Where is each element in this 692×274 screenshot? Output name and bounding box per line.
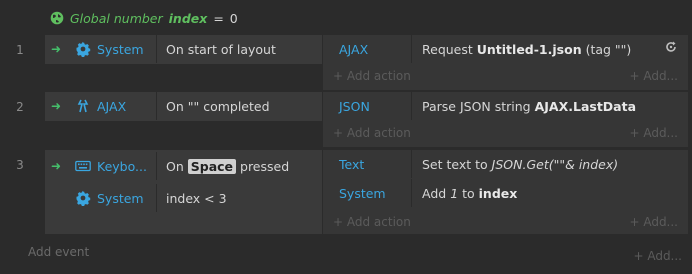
event-actions[interactable]: {:} JSON Parse JSON string AJAX.LastData…: [323, 92, 688, 147]
global-var-prefix: Global number: [70, 10, 163, 26]
condition-object: System: [97, 190, 144, 206]
trigger-arrow-icon: ➜: [51, 99, 62, 113]
add-more-link[interactable]: + Add...: [629, 215, 678, 229]
event-actions[interactable]: AJAX Request Untitled-1.json (tag "") + …: [323, 35, 688, 90]
action-object: Text: [339, 156, 365, 172]
condition-row[interactable]: ➜ System On start of layout: [45, 35, 322, 63]
action-text: Parse JSON string AJAX.LastData: [422, 98, 637, 114]
divider: [156, 152, 157, 180]
divider: [156, 184, 157, 212]
condition-text: On Space pressed: [166, 158, 290, 174]
event-1[interactable]: 1 ➜ System On start of layout AJAX Reque…: [0, 35, 692, 90]
add-action-link[interactable]: + Add action: [333, 69, 411, 83]
event-number: 2: [16, 100, 24, 114]
action-text: Set text to JSON.Get(""& index): [422, 156, 619, 172]
gear-icon: [76, 41, 91, 57]
divider: [411, 150, 412, 178]
add-action-link[interactable]: + Add action: [333, 126, 411, 140]
divider: [411, 179, 412, 207]
event-2[interactable]: 2 ➜ AJAX On "" completed {:} JSON Parse …: [0, 92, 692, 147]
event-conditions[interactable]: ➜ Keybo... On Space pressed System index…: [45, 150, 322, 234]
condition-object: AJAX: [97, 98, 127, 114]
divider: [411, 92, 412, 120]
event-conditions[interactable]: ➜ AJAX On "" completed: [45, 92, 322, 121]
add-event-link[interactable]: Add event: [28, 245, 89, 259]
event-number: 1: [16, 43, 24, 57]
add-row: + Add action + Add...: [323, 208, 688, 236]
condition-object: System: [97, 41, 144, 57]
gear-icon: [76, 190, 91, 206]
global-variable[interactable]: Global number index = 0: [50, 9, 238, 27]
trigger-arrow-icon: ➜: [51, 42, 62, 56]
action-object: JSON: [339, 98, 370, 114]
action-text: Request Untitled-1.json (tag ""): [422, 41, 632, 57]
condition-text: index < 3: [166, 190, 227, 206]
add-row: + Add action + Add...: [323, 62, 688, 90]
condition-row[interactable]: ➜ AJAX On "" completed: [45, 92, 322, 120]
add-row: + Add action + Add...: [323, 119, 688, 147]
add-action-link[interactable]: + Add action: [333, 215, 411, 229]
action-text: Add 1 to index: [422, 185, 518, 201]
ajax-icon: [77, 99, 89, 113]
condition-row[interactable]: ➜ Keybo... On Space pressed: [45, 152, 322, 180]
divider: [411, 35, 412, 63]
event-actions[interactable]: Text Set text to JSON.Get(""& index) Sys…: [323, 150, 688, 234]
trigger-arrow-icon: ➜: [51, 159, 62, 173]
condition-text: On "" completed: [166, 98, 270, 114]
divider: [156, 35, 157, 63]
event-3[interactable]: 3 ➜ Keybo... On Space pressed System ind…: [0, 150, 692, 234]
action-row[interactable]: System Add 1 to index: [323, 179, 688, 207]
action-object: System: [339, 185, 386, 201]
action-row[interactable]: AJAX Request Untitled-1.json (tag ""): [323, 35, 688, 63]
condition-object: Keybo...: [97, 158, 147, 174]
event-number: 3: [16, 158, 24, 172]
action-row[interactable]: {:} JSON Parse JSON string AJAX.LastData: [323, 92, 688, 120]
add-more-link[interactable]: + Add...: [629, 69, 678, 83]
divider: [156, 92, 157, 120]
key-badge: Space: [187, 158, 237, 174]
keyboard-icon: [75, 160, 91, 172]
global-var-value: 0: [229, 10, 238, 26]
reload-icon[interactable]: [664, 40, 678, 58]
global-var-eq: =: [213, 10, 224, 26]
condition-row[interactable]: System index < 3: [45, 184, 322, 212]
add-more-link[interactable]: + Add...: [629, 126, 678, 140]
action-object: AJAX: [339, 41, 369, 57]
global-var-name: index: [168, 10, 208, 26]
globe-icon: [50, 11, 64, 25]
condition-text: On start of layout: [166, 41, 276, 57]
action-row[interactable]: Text Set text to JSON.Get(""& index): [323, 150, 688, 178]
add-more-link[interactable]: + Add...: [633, 249, 682, 263]
event-conditions[interactable]: ➜ System On start of layout: [45, 35, 322, 64]
